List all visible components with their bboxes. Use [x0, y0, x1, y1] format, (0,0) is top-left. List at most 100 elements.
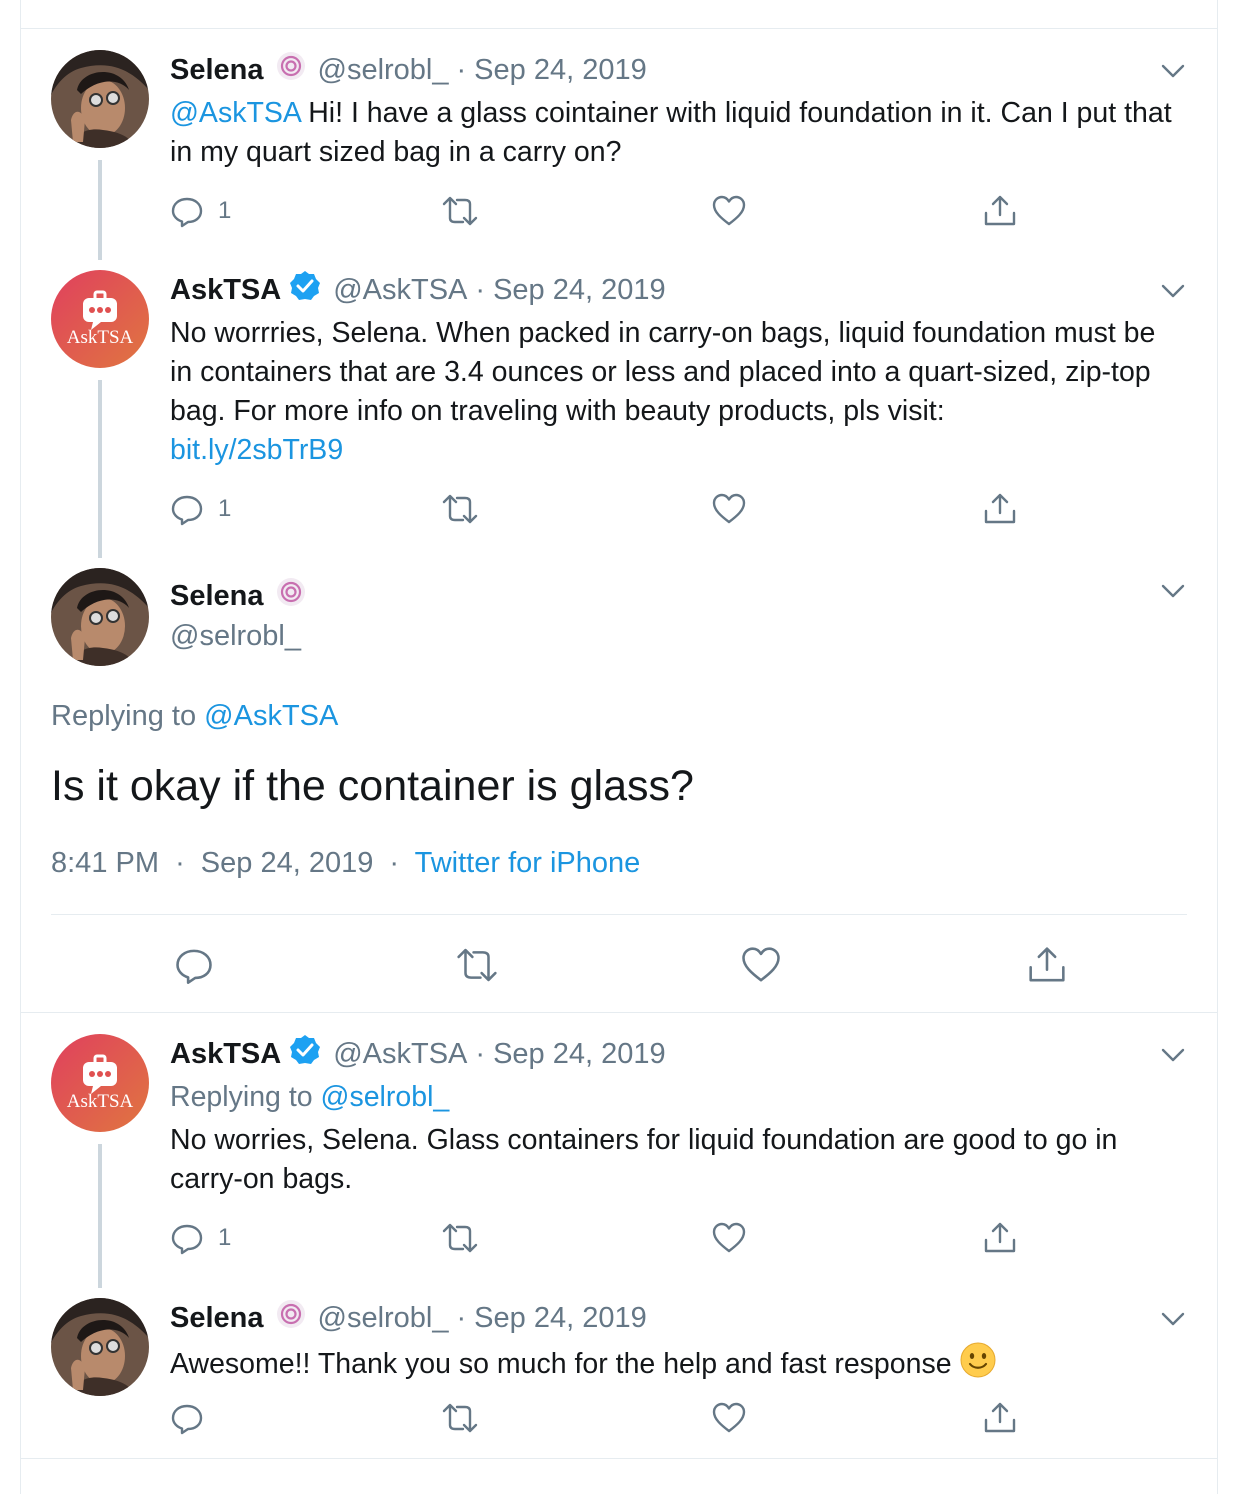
tweet-actions [170, 1400, 1050, 1436]
retweet-button[interactable] [440, 1400, 480, 1436]
reply-count: 1 [218, 1224, 232, 1251]
asktsa-avatar[interactable]: AskTSA [51, 1034, 149, 1132]
asktsa-avatar[interactable]: AskTSA [51, 270, 149, 368]
retweet-button[interactable] [440, 491, 480, 527]
chevron-down-icon[interactable] [1158, 1040, 1188, 1070]
spiral-badge-icon [276, 51, 306, 89]
tweet-time[interactable]: 8:41 PM [51, 847, 159, 879]
user-handle[interactable]: @selrobl_ [170, 620, 301, 653]
share-button[interactable] [1026, 944, 1068, 986]
main-tweet-text: Is it okay if the container is glass? [51, 762, 694, 810]
user-name[interactable]: AskTSA [170, 1038, 281, 1071]
replying-to-handle[interactable]: @selrobl_ [321, 1081, 450, 1113]
thread-line [98, 1144, 102, 1288]
chevron-down-icon[interactable] [1158, 56, 1188, 86]
main-tweet-handle: @selrobl_ [170, 618, 301, 654]
user-name[interactable]: Selena [170, 54, 264, 87]
tweet-source-link[interactable]: Twitter for iPhone [415, 847, 641, 879]
tweet-date[interactable]: Sep 24, 2019 [493, 1038, 666, 1071]
user-handle[interactable]: @selrobl_ [318, 1302, 449, 1335]
separator-dot: · [456, 53, 467, 86]
tweet-actions: 1 [170, 193, 1050, 229]
retweet-icon [442, 1403, 478, 1433]
share-icon [984, 1222, 1016, 1253]
divider [51, 914, 1187, 915]
retweet-button[interactable] [440, 193, 480, 229]
svg-text:AskTSA: AskTSA [67, 327, 134, 348]
reply-button[interactable]: 1 [170, 1220, 231, 1256]
divider [20, 1012, 1218, 1013]
tweet-date[interactable]: Sep 24, 2019 [201, 847, 374, 879]
tweet-header: AskTSA @AskTSA · Sep 24, 2019 [170, 1035, 666, 1072]
like-button[interactable] [711, 491, 747, 527]
share-button[interactable] [982, 491, 1018, 527]
tweet-text: No worries, Selena. Glass containers for… [170, 1124, 1118, 1195]
thread-line [98, 380, 102, 558]
reply-icon [171, 1404, 203, 1435]
mention-link[interactable]: @AskTSA [170, 97, 300, 129]
like-button[interactable] [711, 1220, 747, 1256]
tweet-actions: 1 [170, 1220, 1050, 1256]
spiral-badge-icon [276, 577, 306, 615]
reply-button[interactable] [170, 1400, 204, 1436]
reply-button[interactable] [174, 944, 214, 986]
tweet-date[interactable]: Sep 24, 2019 [474, 1302, 647, 1335]
tweet-actions: 1 [170, 491, 1050, 527]
retweet-icon [442, 196, 478, 226]
divider [20, 1458, 1218, 1459]
separator-dot: · [456, 1301, 467, 1334]
replying-to: Replying to @AskTSA [51, 700, 339, 732]
user-name[interactable]: Selena [170, 1302, 264, 1335]
user-name[interactable]: AskTSA [170, 274, 281, 307]
tweet-header: AskTSA @AskTSA · Sep 24, 2019 [170, 270, 666, 310]
tweet-date[interactable]: Sep 24, 2019 [474, 54, 647, 87]
verified-badge-icon [289, 270, 321, 310]
main-tweet-header: Selena [170, 578, 318, 614]
heart-icon [712, 493, 746, 524]
avatar[interactable] [51, 50, 149, 148]
tweet-header: Selena @selrobl_ · Sep 24, 2019 [170, 1300, 647, 1336]
thread-line [98, 160, 102, 260]
like-button[interactable] [711, 1400, 747, 1436]
chevron-down-icon[interactable] [1158, 576, 1188, 606]
separator-dot: · [475, 1037, 486, 1070]
user-handle[interactable]: @AskTSA [333, 1038, 467, 1071]
share-button[interactable] [982, 1220, 1018, 1256]
chevron-down-icon[interactable] [1158, 1304, 1188, 1334]
tweet-date[interactable]: Sep 24, 2019 [493, 274, 666, 307]
retweet-button[interactable] [454, 944, 500, 986]
share-button[interactable] [982, 1400, 1018, 1436]
tweet-text: @AskTSA Hi! I have a glass cointainer wi… [170, 97, 1172, 168]
user-handle[interactable]: @AskTSA [333, 274, 467, 307]
url-link[interactable]: bit.ly/2sbTrB9 [170, 434, 343, 466]
retweet-button[interactable] [440, 1220, 480, 1256]
chevron-down-icon[interactable] [1158, 276, 1188, 306]
avatar[interactable] [51, 1298, 149, 1396]
heart-icon [742, 947, 780, 982]
tweet-meta: 8:41 PM · Sep 24, 2019 · Twitter for iPh… [51, 847, 641, 879]
heart-icon [712, 195, 746, 226]
like-button[interactable] [711, 193, 747, 229]
like-button[interactable] [740, 944, 782, 986]
share-button[interactable] [982, 193, 1018, 229]
reply-count: 1 [218, 197, 232, 224]
smiling-face-icon [959, 1341, 997, 1390]
replying-to-handle[interactable]: @AskTSA [204, 700, 338, 732]
heart-icon [712, 1402, 746, 1433]
divider [20, 28, 1218, 29]
user-name[interactable]: Selena [170, 580, 264, 613]
reply-button[interactable]: 1 [170, 491, 231, 527]
tweet-text: Awesome!! Thank you so much for the help… [170, 1341, 1180, 1390]
share-icon [984, 493, 1016, 524]
reply-icon [171, 495, 203, 526]
user-handle[interactable]: @selrobl_ [318, 54, 449, 87]
reply-icon [176, 949, 212, 984]
replying-to: Replying to @selrobl_ [170, 1081, 450, 1113]
avatar[interactable] [51, 568, 149, 666]
reply-icon [171, 197, 203, 228]
main-tweet-actions [174, 944, 1074, 984]
svg-text:AskTSA: AskTSA [67, 1091, 134, 1112]
reply-icon [171, 1224, 203, 1255]
reply-button[interactable]: 1 [170, 193, 231, 229]
separator-dot: · [475, 273, 486, 306]
